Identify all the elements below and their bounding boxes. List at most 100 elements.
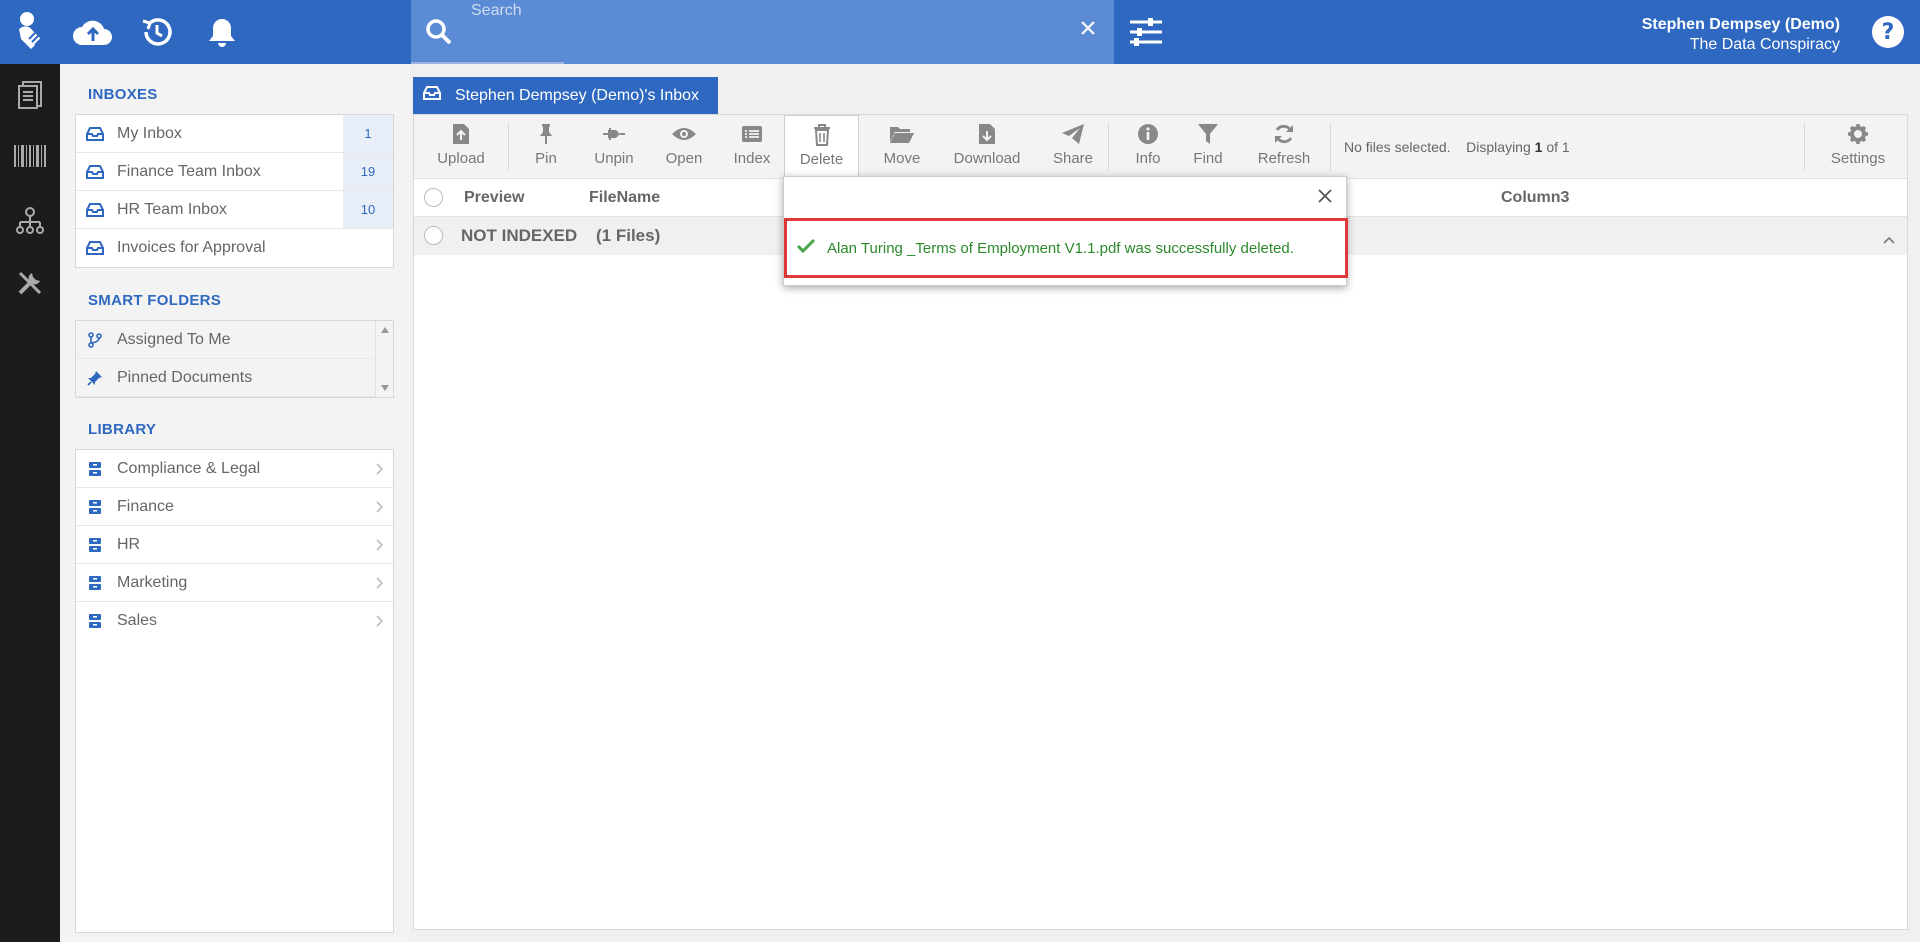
- inbox-label: My Inbox: [117, 124, 182, 142]
- chevron-right-icon: [376, 538, 384, 556]
- upload-cloud-button[interactable]: [71, 10, 115, 54]
- library-item-marketing[interactable]: Marketing: [76, 564, 393, 602]
- pin-button[interactable]: Pin: [518, 115, 574, 177]
- library-label: Marketing: [117, 573, 188, 591]
- inbox-tray-icon: [86, 164, 104, 180]
- unpin-icon: [603, 128, 625, 140]
- select-all-radio[interactable]: [424, 188, 443, 207]
- clear-search-icon[interactable]: [1080, 20, 1096, 41]
- barcode-rail-button[interactable]: [0, 131, 60, 181]
- inbox-item-my-inbox[interactable]: My Inbox 1: [76, 115, 393, 153]
- inbox-item-invoices[interactable]: Invoices for Approval: [76, 229, 393, 267]
- checkmark-icon: [796, 238, 816, 257]
- inbox-label: Invoices for Approval: [117, 239, 266, 256]
- notifications-button[interactable]: [200, 10, 244, 54]
- move-button[interactable]: Move: [870, 115, 934, 177]
- inboxes-list: My Inbox 1 Finance Team Inbox 19 HR Team…: [75, 114, 394, 268]
- index-button[interactable]: Index: [722, 115, 782, 177]
- paper-plane-icon: [1062, 124, 1084, 144]
- user-name: Stephen Dempsey (Demo): [1641, 16, 1840, 33]
- inbox-tray-icon: [86, 202, 104, 218]
- inboxes-title: INBOXES: [88, 86, 158, 103]
- user-info[interactable]: Stephen Dempsey (Demo) The Data Conspira…: [1642, 15, 1840, 55]
- cloud-upload-icon: [73, 20, 112, 45]
- chevron-up-icon[interactable]: [1883, 229, 1895, 249]
- filter-icon: [1198, 124, 1218, 144]
- library-item-finance[interactable]: Finance: [76, 488, 393, 526]
- column-column3[interactable]: Column3: [1501, 189, 1569, 207]
- settings-label: Settings: [1830, 150, 1886, 167]
- search-input[interactable]: [471, 0, 1031, 22]
- organization-name: The Data Conspiracy: [1689, 36, 1840, 53]
- success-message: Alan Turing _Terms of Employment V1.1.pd…: [784, 218, 1348, 278]
- history-button[interactable]: [135, 10, 179, 54]
- smart-folder-assigned[interactable]: Assigned To Me: [76, 321, 393, 359]
- upload-button[interactable]: Upload: [424, 115, 498, 177]
- notification-popup: Alan Turing _Terms of Employment V1.1.pd…: [783, 176, 1348, 286]
- inbox-count: 10: [343, 191, 393, 228]
- delete-button[interactable]: Delete: [784, 115, 859, 180]
- selection-status: No files selected. Displaying 1 of 1: [1344, 139, 1570, 155]
- sliders-icon: [1130, 18, 1162, 46]
- library-label: Finance: [117, 497, 174, 515]
- svg-text:?: ?: [1882, 20, 1895, 45]
- app-logo[interactable]: [0, 0, 60, 64]
- smart-folder-label: Pinned Documents: [117, 368, 253, 386]
- inbox-item-finance-team[interactable]: Finance Team Inbox 19: [76, 153, 393, 191]
- refresh-label: Refresh: [1257, 150, 1311, 167]
- library-item-sales[interactable]: Sales: [76, 602, 393, 640]
- group-name: NOT INDEXED: [461, 226, 578, 245]
- column-filename[interactable]: FileName: [589, 189, 660, 207]
- library-title: LIBRARY: [88, 421, 157, 438]
- inbox-label: Finance Team Inbox: [117, 162, 261, 180]
- toolbar-separator: [1108, 123, 1109, 171]
- inbox-count: 19: [343, 153, 393, 190]
- move-label: Move: [883, 150, 921, 167]
- inbox-tray-icon: [86, 240, 104, 256]
- open-button[interactable]: Open: [654, 115, 714, 177]
- smart-folders-list: Assigned To Me Pinned Documents: [75, 320, 394, 398]
- scroll-down-icon[interactable]: [381, 385, 389, 391]
- cabinet-icon: [86, 613, 104, 629]
- documents-icon: [18, 81, 42, 109]
- refresh-button[interactable]: Refresh: [1248, 115, 1320, 177]
- unpin-button[interactable]: Unpin: [584, 115, 644, 177]
- documents-rail-button[interactable]: [0, 70, 60, 120]
- displaying-prefix: Displaying: [1466, 139, 1531, 155]
- tools-rail-button[interactable]: [0, 258, 60, 308]
- share-button[interactable]: Share: [1040, 115, 1106, 177]
- scroll-up-icon[interactable]: [381, 327, 389, 333]
- select-group-radio[interactable]: [424, 226, 443, 245]
- smart-folder-pinned[interactable]: Pinned Documents: [76, 359, 393, 397]
- smart-folders-scrollbar[interactable]: [375, 321, 393, 397]
- tools-icon: [18, 271, 42, 295]
- library-item-compliance[interactable]: Compliance & Legal: [76, 450, 393, 488]
- column-preview[interactable]: Preview: [464, 189, 524, 207]
- workflow-rail-button[interactable]: [0, 196, 60, 246]
- bell-icon: [209, 19, 235, 47]
- settings-button[interactable]: Settings: [1820, 115, 1896, 177]
- pin-icon: [86, 370, 104, 386]
- delete-label: Delete: [799, 151, 844, 168]
- help-button[interactable]: ?: [1870, 14, 1906, 50]
- download-button[interactable]: Download: [940, 115, 1034, 177]
- cabinet-icon: [86, 575, 104, 591]
- library-label: Sales: [117, 612, 158, 629]
- index-label: Index: [733, 150, 771, 167]
- chevron-right-icon: [376, 500, 384, 518]
- cabinet-icon: [86, 537, 104, 553]
- gear-icon: [1848, 124, 1868, 144]
- list-icon: [742, 126, 762, 142]
- tab-inbox[interactable]: Stephen Dempsey (Demo)'s Inbox: [413, 77, 718, 114]
- file-upload-icon: [453, 124, 469, 144]
- close-icon[interactable]: [1318, 189, 1332, 208]
- library-item-hr[interactable]: HR: [76, 526, 393, 564]
- search-icon[interactable]: [425, 18, 453, 51]
- filter-settings-button[interactable]: [1124, 12, 1168, 52]
- find-button[interactable]: Find: [1180, 115, 1236, 177]
- displaying-current: 1: [1534, 139, 1543, 155]
- inbox-item-hr-team[interactable]: HR Team Inbox 10: [76, 191, 393, 229]
- displaying-suffix: of 1: [1546, 139, 1570, 155]
- group-count: (1 Files): [596, 226, 661, 245]
- info-button[interactable]: Info: [1120, 115, 1176, 177]
